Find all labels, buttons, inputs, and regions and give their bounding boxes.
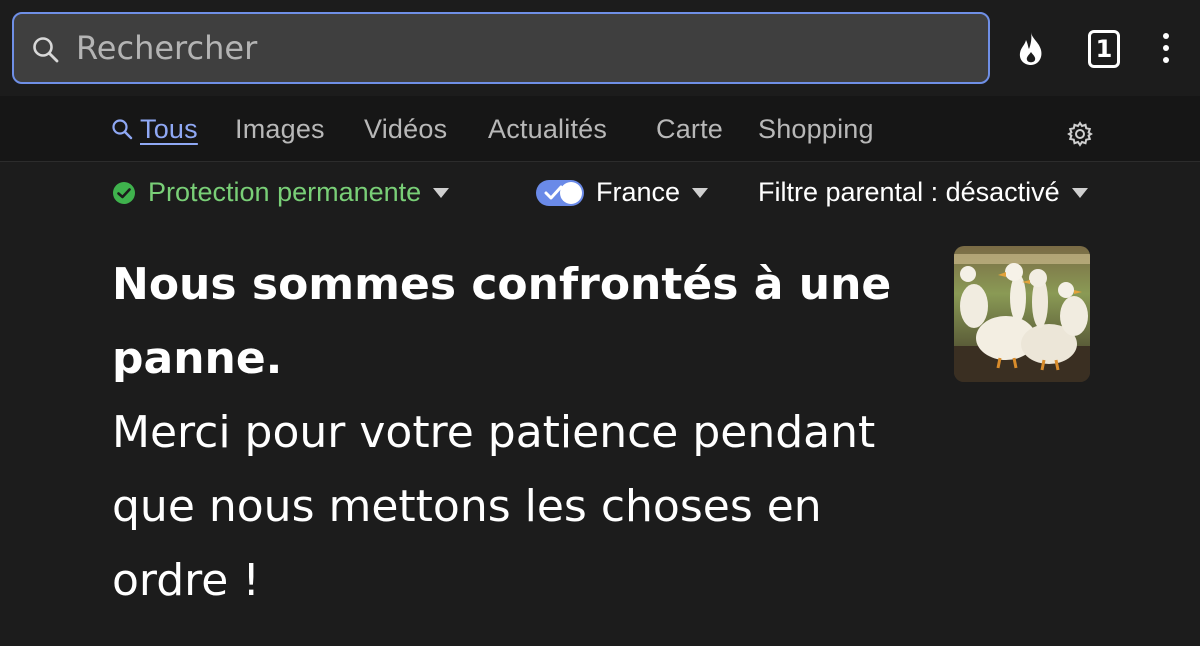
chevron-down-icon	[692, 187, 709, 198]
outage-message: Merci pour votre patience pendant que no…	[112, 407, 876, 606]
tab-tous[interactable]: Tous	[110, 114, 198, 145]
region-label: France	[596, 177, 681, 207]
tab-shopping[interactable]: Shopping	[758, 114, 874, 145]
tab-actualites[interactable]: Actualités	[488, 114, 607, 145]
search-type-tabs: Tous Images Vidéos Actualités Carte Shop…	[0, 96, 1200, 162]
settings-gear-icon[interactable]	[1066, 120, 1094, 148]
parental-filter-label: Filtre parental : désactivé	[758, 177, 1060, 207]
more-vert-icon[interactable]	[1152, 30, 1180, 66]
tab-label: Tous	[140, 114, 198, 144]
tabs-count-button[interactable]: 1	[1088, 30, 1120, 68]
parental-filter-dropdown[interactable]: Filtre parental : désactivé	[758, 177, 1088, 208]
chevron-down-icon	[1071, 187, 1088, 198]
protection-label: Protection permanente	[148, 177, 422, 207]
search-input[interactable]	[76, 24, 956, 72]
search-icon	[112, 119, 133, 140]
search-box[interactable]	[12, 12, 990, 84]
chevron-down-icon	[433, 187, 450, 198]
flame-icon[interactable]	[1014, 30, 1048, 68]
check-circle-icon	[113, 181, 135, 204]
tab-videos[interactable]: Vidéos	[364, 114, 447, 145]
filters-row: Protection permanente France Filtre pare…	[0, 163, 1200, 225]
region-dropdown[interactable]: France	[536, 177, 709, 208]
protection-dropdown[interactable]: Protection permanente	[112, 177, 450, 208]
region-toggle[interactable]	[536, 179, 584, 206]
tab-images[interactable]: Images	[235, 114, 325, 145]
search-icon	[33, 37, 59, 63]
tab-carte[interactable]: Carte	[656, 114, 723, 145]
ducks-illustration	[954, 246, 1090, 382]
top-bar: 1	[0, 0, 1200, 96]
outage-title: Nous sommes confrontés à une panne.	[112, 259, 892, 384]
